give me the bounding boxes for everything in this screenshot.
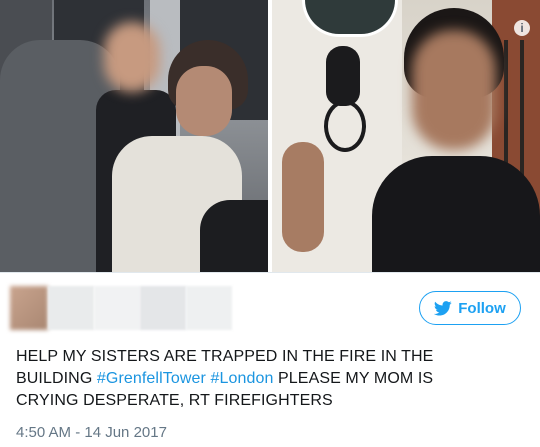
follow-button[interactable]: Follow (419, 291, 521, 325)
follow-label: Follow (458, 299, 506, 317)
hashtag-london[interactable]: #London (210, 370, 273, 387)
info-icon[interactable]: i (514, 20, 530, 36)
tweet-media[interactable]: i (0, 0, 540, 272)
photo-door[interactable]: i (272, 0, 540, 272)
twitter-bird-icon (434, 300, 452, 316)
tweet-text: HELP MY SISTERS ARE TRAPPED IN THE FIRE … (16, 346, 486, 412)
avatar[interactable] (10, 286, 48, 330)
photo-subway[interactable] (0, 0, 268, 272)
author-name-pixelated (48, 286, 94, 330)
hashtag-grenfelltower[interactable]: #GrenfellTower (97, 370, 206, 387)
divider (0, 272, 540, 273)
tweet-timestamp[interactable]: 4:50 AM - 14 Jun 2017 (16, 424, 167, 441)
